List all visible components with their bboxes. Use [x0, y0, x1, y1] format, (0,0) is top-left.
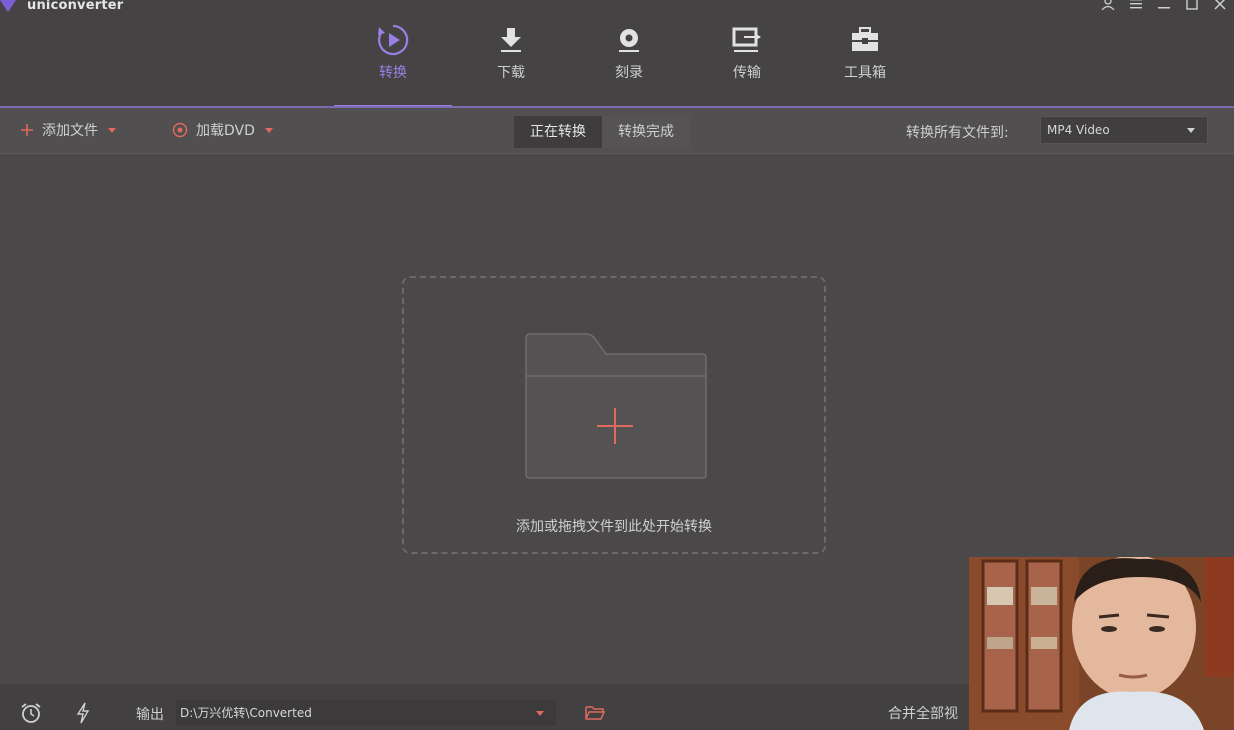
- toolbar: 添加文件 加载DVD 正在转换 转换完成 转换所有文件到: MP4 Video: [0, 108, 1234, 154]
- webcam-overlay: [969, 557, 1234, 730]
- hamburger-icon: [1130, 0, 1142, 9]
- user-account-button[interactable]: [1098, 0, 1118, 12]
- maximize-button[interactable]: [1182, 0, 1202, 12]
- burn-disc-icon: [611, 22, 647, 58]
- minimize-icon: [1158, 7, 1170, 9]
- nav-tab-label: 工具箱: [844, 65, 886, 81]
- load-dvd-button[interactable]: 加载DVD: [172, 120, 273, 140]
- window-controls: [1098, 0, 1230, 12]
- output-path-select[interactable]: D:\万兴优转\Converted: [176, 700, 556, 726]
- chevron-down-icon[interactable]: [108, 127, 116, 133]
- output-format-select[interactable]: MP4 Video: [1040, 116, 1208, 144]
- merge-all-videos-label[interactable]: 合并全部视: [888, 703, 958, 723]
- nav-tab-label: 下载: [497, 65, 525, 81]
- convert-icon: [375, 22, 411, 58]
- main-nav: 转换 下载 刻录 传输 工具箱: [334, 22, 924, 108]
- nav-tab-label: 传输: [733, 65, 761, 81]
- add-files-label: 添加文件: [42, 123, 98, 139]
- app-logo-icon: [0, 0, 16, 12]
- presenter-video-image: [969, 557, 1234, 730]
- transfer-icon: [729, 22, 765, 58]
- nav-tab-toolbox[interactable]: 工具箱: [806, 22, 924, 108]
- open-output-folder-button[interactable]: [582, 700, 608, 726]
- nav-tab-label: 转换: [379, 65, 407, 81]
- nav-tab-label: 刻录: [615, 65, 643, 81]
- output-format-value: MP4 Video: [1047, 123, 1110, 137]
- alarm-clock-icon: [21, 703, 41, 723]
- file-drop-zone[interactable]: 添加或拖拽文件到此处开始转换: [402, 276, 826, 554]
- nav-tab-convert[interactable]: 转换: [334, 22, 452, 108]
- load-dvd-label: 加载DVD: [196, 123, 255, 139]
- plus-icon: [21, 124, 33, 136]
- nav-tab-burn[interactable]: 刻录: [570, 22, 688, 108]
- menu-button[interactable]: [1126, 0, 1146, 12]
- high-speed-button[interactable]: [70, 700, 96, 726]
- drop-zone-hint: 添加或拖拽文件到此处开始转换: [516, 519, 712, 535]
- add-files-button[interactable]: 添加文件: [20, 120, 116, 140]
- nav-tab-download[interactable]: 下载: [452, 22, 570, 108]
- add-folder-icon[interactable]: [522, 330, 708, 480]
- minimize-button[interactable]: [1154, 0, 1174, 12]
- chevron-down-icon: [1187, 128, 1195, 133]
- folder-open-icon: [585, 706, 606, 720]
- close-button[interactable]: [1210, 0, 1230, 12]
- close-icon: [1214, 0, 1226, 10]
- tab-converted[interactable]: 转换完成: [602, 116, 690, 148]
- maximize-icon: [1186, 0, 1198, 10]
- app-title: uniconverter: [27, 0, 124, 13]
- convert-all-label: 转换所有文件到:: [906, 125, 1009, 141]
- schedule-button[interactable]: [18, 700, 44, 726]
- download-icon: [493, 22, 529, 58]
- tab-converting[interactable]: 正在转换: [514, 116, 602, 148]
- chevron-down-icon: [536, 711, 544, 716]
- nav-tab-transfer[interactable]: 传输: [688, 22, 806, 108]
- output-path-value: D:\万兴优转\Converted: [180, 706, 312, 720]
- conversion-status-tabs: 正在转换 转换完成: [514, 116, 690, 148]
- top-bar: uniconverter 转换 下载 刻录 传输 工具箱: [0, 0, 1234, 108]
- lightning-icon: [76, 702, 90, 724]
- toolbox-icon: [847, 22, 883, 58]
- chevron-down-icon[interactable]: [264, 127, 273, 133]
- dvd-icon: [172, 122, 188, 138]
- output-label: 输出: [136, 707, 164, 723]
- user-icon: [1101, 0, 1115, 11]
